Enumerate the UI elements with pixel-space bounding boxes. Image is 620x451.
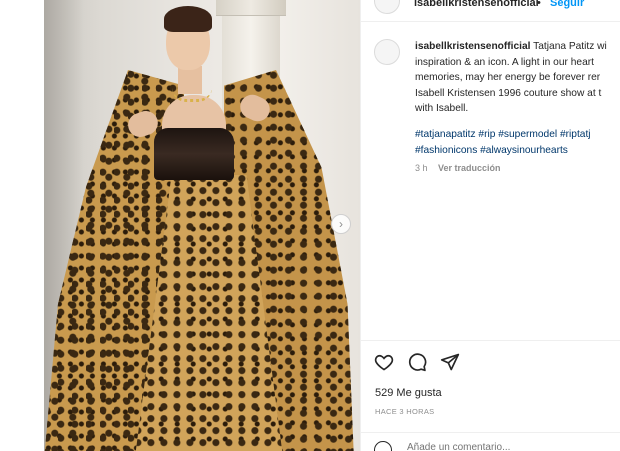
next-image-button[interactable]: › [331,214,351,234]
avatar[interactable] [374,0,400,14]
hashtag-line[interactable]: #fashionicons #alwaysinourhearts [415,143,620,159]
instagram-post-view: › isabellkristensenofficial • Seguir isa… [0,0,620,451]
caption-line: with Isabell. [415,103,469,114]
post-header: isabellkristensenofficial • Seguir [361,0,620,22]
separator-dot: • [537,0,541,9]
post-side-panel: isabellkristensenofficial • Seguir isabe… [360,0,620,451]
caption-meta: 3 h Ver traducción [415,163,501,173]
like-button[interactable] [373,351,395,373]
caption-avatar[interactable] [374,39,400,65]
caption-line: Isabell Kristensen 1996 couture show at … [415,87,602,99]
caption-username[interactable]: isabellkristensenofficial [415,41,531,52]
comment-button[interactable] [406,351,428,373]
translate-link[interactable]: Ver traducción [438,163,501,173]
hashtag-line[interactable]: #tatjanapatitz #rip #supermodel #riptatj [415,127,620,143]
comment-input[interactable] [407,442,587,451]
paper-plane-icon [440,353,460,371]
smiley-icon[interactable] [374,441,392,451]
caption-line: inspiration & an icon. A light in our he… [415,56,594,68]
black-bodice [154,128,234,180]
caption-time: 3 h [415,163,428,173]
follow-button[interactable]: Seguir [550,0,584,9]
likes-count[interactable]: 529 Me gusta [375,387,442,399]
share-button[interactable] [439,351,461,373]
post-caption: isabellkristensenofficial Tatjana Patitz… [361,34,620,184]
post-photo[interactable] [44,0,360,451]
comment-bar [361,432,620,451]
heart-icon [374,354,394,371]
header-username[interactable]: isabellkristensenofficial [414,0,539,9]
caption-line: memories, may her energy be forever rer [415,72,601,83]
caption-line: isabellkristensenofficial Tatjana Patitz… [415,39,620,55]
comment-icon [408,353,427,372]
posted-time: HACE 3 HORAS [375,407,435,416]
model-neck [178,66,202,94]
model-hair [164,6,212,32]
caption-line-text: Tatjana Patitz wi [533,41,607,52]
chevron-right-icon: › [339,217,343,231]
caption-text: isabellkristensenofficial Tatjana Patitz… [415,39,620,117]
background-pillar-cap [216,0,286,16]
page-margin [0,0,44,451]
caption-hashtags: #tatjanapatitz #rip #supermodel #riptatj… [415,127,620,158]
